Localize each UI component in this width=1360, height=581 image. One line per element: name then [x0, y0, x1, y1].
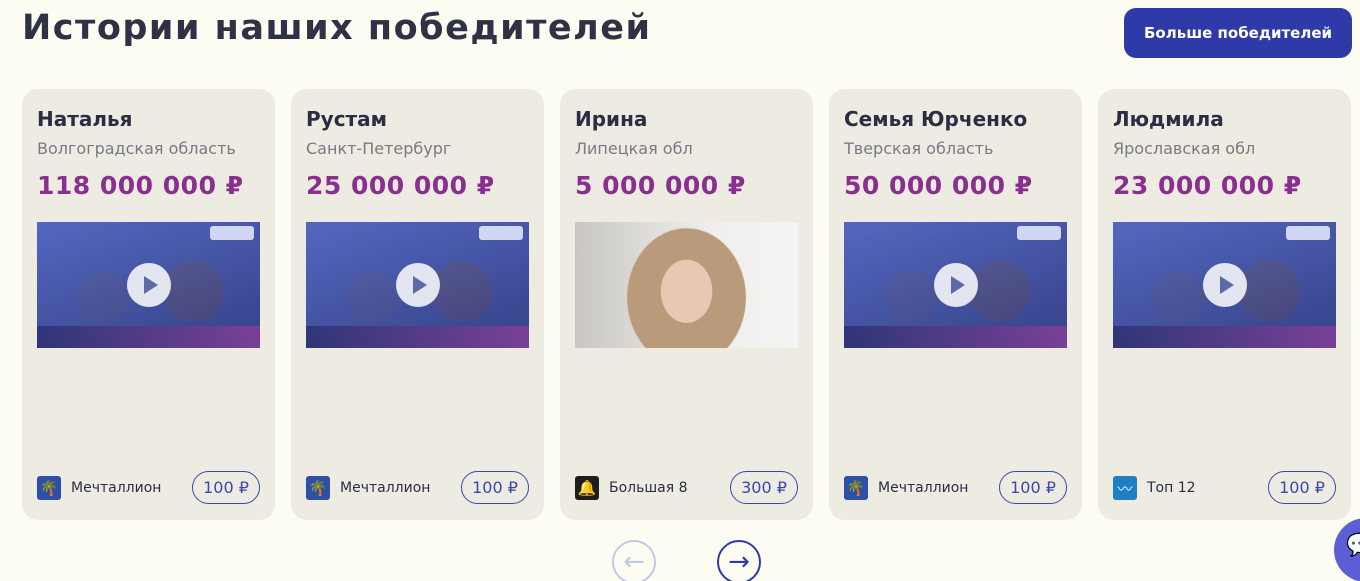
winner-name: Ирина [575, 107, 648, 131]
winner-region: Волгоградская область [37, 139, 236, 158]
winner-card[interactable]: Семья Юрченко Тверская область 50 000 00… [829, 89, 1082, 520]
winner-region: Ярославская обл [1113, 139, 1256, 158]
play-icon[interactable] [933, 263, 978, 307]
ticket-price-button[interactable]: 100 ₽ [192, 471, 260, 504]
lottery-name: Большая 8 [609, 480, 688, 496]
winner-video[interactable] [1113, 222, 1336, 348]
arrow-left-icon[interactable]: ← [612, 540, 656, 581]
winner-name: Наталья [37, 107, 133, 131]
ticket-price-button[interactable]: 300 ₽ [730, 471, 798, 504]
lottery-name: Мечталлион [71, 480, 162, 496]
more-winners-button[interactable]: Больше победителей [1124, 8, 1352, 58]
winner-card[interactable]: Рустам Санкт-Петербург 25 000 000 ₽ 🌴 Ме… [291, 89, 544, 520]
lottery-info: 🌴 Мечталлион [844, 476, 968, 500]
lottery-name: Топ 12 [1147, 480, 1196, 496]
winner-card[interactable]: Ирина Липецкая обл 5 000 000 ₽ 🔔 Большая… [560, 89, 813, 520]
winner-prize: 50 000 000 ₽ [844, 171, 1033, 200]
winner-region: Липецкая обл [575, 139, 693, 158]
winner-prize: 118 000 000 ₽ [37, 171, 244, 200]
lottery-info: 🔔 Большая 8 [575, 476, 688, 500]
palm-icon: 🌴 [306, 476, 330, 500]
lottery-info: 〰 Топ 12 [1113, 476, 1196, 500]
winner-video[interactable] [37, 222, 260, 348]
winner-name: Людмила [1113, 107, 1224, 131]
winner-prize: 25 000 000 ₽ [306, 171, 495, 200]
winner-photo [575, 222, 798, 348]
lottery-name: Мечталлион [878, 480, 969, 496]
winner-photo-image [575, 222, 798, 348]
winner-card[interactable]: Людмила Ярославская обл 23 000 000 ₽ 〰 Т… [1098, 89, 1351, 520]
palm-icon: 🌴 [37, 476, 61, 500]
ticket-price-button[interactable]: 100 ₽ [461, 471, 529, 504]
lottery-info: 🌴 Мечталлион [37, 476, 161, 500]
winner-region: Санкт-Петербург [306, 139, 452, 158]
winner-name: Семья Юрченко [844, 107, 1028, 131]
wave-icon: 〰 [1113, 476, 1137, 500]
winners-carousel: Наталья Волгоградская область 118 000 00… [22, 89, 1360, 520]
bell-icon: 🔔 [575, 476, 599, 500]
play-icon[interactable] [395, 263, 440, 307]
winner-name: Рустам [306, 107, 387, 131]
page-title: Истории наших победителей [22, 8, 652, 48]
winner-video[interactable] [844, 222, 1067, 348]
palm-icon: 🌴 [844, 476, 868, 500]
ticket-price-button[interactable]: 100 ₽ [1268, 471, 1336, 504]
winner-prize: 5 000 000 ₽ [575, 171, 746, 200]
lottery-name: Мечталлион [340, 480, 431, 496]
play-icon[interactable] [126, 263, 171, 307]
winner-video[interactable] [306, 222, 529, 348]
play-icon[interactable] [1202, 263, 1247, 307]
chat-icon[interactable]: 💬 [1334, 518, 1360, 581]
winner-card[interactable]: Наталья Волгоградская область 118 000 00… [22, 89, 275, 520]
winner-region: Тверская область [844, 139, 994, 158]
ticket-price-button[interactable]: 100 ₽ [999, 471, 1067, 504]
lottery-info: 🌴 Мечталлион [306, 476, 430, 500]
winner-prize: 23 000 000 ₽ [1113, 171, 1302, 200]
arrow-right-icon[interactable]: → [717, 540, 761, 581]
